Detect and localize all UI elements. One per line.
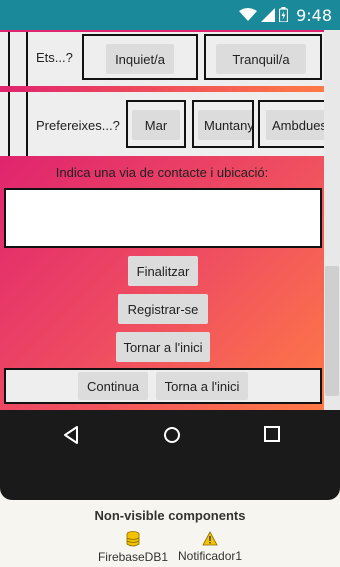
notificador-component[interactable]: Notificador1 (178, 531, 242, 564)
firebase-label: FirebaseDB1 (97, 550, 168, 564)
pref-option-cell-2: Muntanya (192, 100, 254, 148)
finalitzar-button[interactable]: Finalitzar (128, 256, 198, 286)
ets-option-cell-1: Inquiet/a (82, 34, 198, 80)
prefereixes-label: Prefereixes...? (36, 118, 120, 133)
contact-input[interactable] (4, 188, 322, 248)
contact-prompt: Indica una via de contacte i ubicació: (55, 164, 269, 180)
tranquil-button[interactable]: Tranquil/a (216, 44, 306, 74)
ambdues-button[interactable]: Ambdues (266, 110, 324, 140)
inquiet-button[interactable]: Inquiet/a (106, 44, 174, 74)
ets-label: Ets...? (36, 50, 73, 65)
phone-frame: 9:48 Ets...? Inquiet/a Tranquil/a Prefer… (0, 0, 340, 500)
muntanya-button[interactable]: Muntanya (198, 110, 252, 140)
scrollbar[interactable] (324, 30, 340, 410)
scrollbar-thumb[interactable] (325, 266, 339, 396)
pref-option-cell-1: Mar (126, 100, 186, 148)
registrar-button[interactable]: Registrar-se (118, 294, 208, 324)
navigation-bar (0, 410, 340, 460)
ets-option-cell-2: Tranquil/a (204, 34, 322, 80)
clock: 9:48 (296, 6, 332, 25)
mar-button[interactable]: Mar (132, 110, 180, 140)
tornar-inici-button[interactable]: Tornar a l'inici (116, 332, 210, 362)
notificador-label: Notificador1 (178, 549, 243, 563)
wifi-icon (239, 7, 257, 27)
battery-icon (278, 7, 289, 27)
row-prefereixes: Prefereixes...? Mar Muntanya Ambdues (0, 92, 324, 156)
non-visible-title: Non-visible components (94, 508, 246, 523)
database-icon (126, 531, 140, 550)
warning-icon (202, 531, 218, 549)
continua-button[interactable]: Continua (78, 372, 148, 400)
footer-button-row: Continua Torna a l'inici (4, 368, 322, 404)
torna-inici-button[interactable]: Torna a l'inici (156, 372, 248, 400)
pref-option-cell-3: Ambdues (258, 100, 324, 148)
non-visible-panel: Non-visible components FirebaseDB1 Notif… (0, 500, 340, 567)
row-ets: Ets...? Inquiet/a Tranquil/a (0, 32, 324, 86)
recent-apps-icon[interactable] (263, 425, 281, 448)
row-indent (8, 92, 28, 156)
status-bar: 9:48 (0, 0, 340, 30)
app-screen: Ets...? Inquiet/a Tranquil/a Prefereixes… (0, 30, 340, 410)
signal-icon (261, 7, 275, 27)
status-icons (239, 7, 289, 27)
firebase-component[interactable]: FirebaseDB1 (98, 531, 168, 564)
contact-section: Indica una via de contacte i ubicació: F… (0, 156, 324, 410)
back-icon[interactable] (62, 425, 80, 450)
home-icon[interactable] (162, 425, 182, 450)
row-indent (8, 32, 28, 86)
